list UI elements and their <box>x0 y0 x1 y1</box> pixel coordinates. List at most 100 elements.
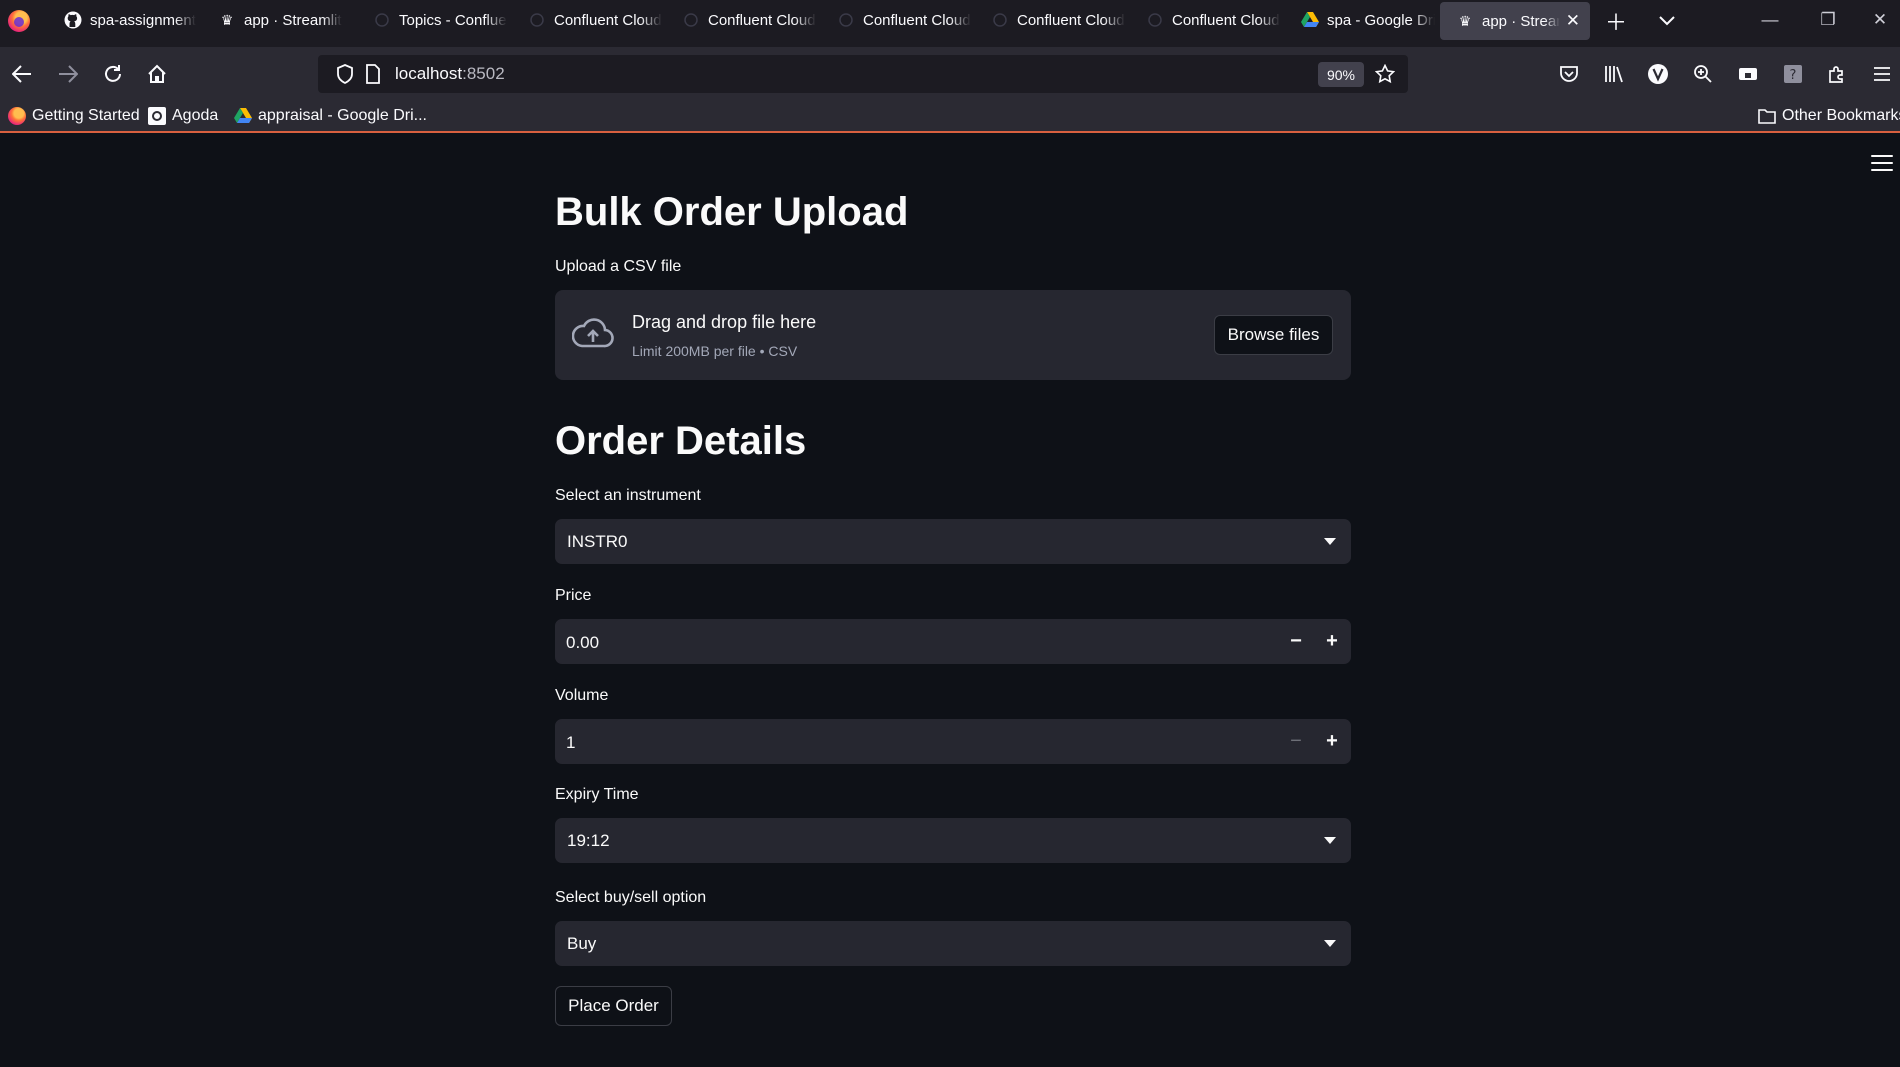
tab-title: Confluent Cloud <box>863 11 971 29</box>
bookmark-appraisal-drive[interactable]: appraisal - Google Dri... <box>234 105 427 127</box>
bookmark-agoda[interactable]: Agoda <box>148 105 218 127</box>
streamlit-icon: ♛ <box>1458 12 1472 29</box>
price-increment-button[interactable]: + <box>1314 620 1350 663</box>
home-button[interactable] <box>141 58 173 90</box>
page-icon[interactable] <box>362 63 384 85</box>
tab-title: Confluent Cloud <box>1172 11 1280 29</box>
page-title: Bulk Order Upload <box>555 190 909 234</box>
library-icon[interactable] <box>1599 59 1629 89</box>
vimium-extension-icon[interactable] <box>1643 59 1673 89</box>
list-all-tabs-button[interactable] <box>1652 6 1682 36</box>
bookmark-label: Agoda <box>172 107 219 124</box>
tab-spa-assignment[interactable]: spa-assignment <box>48 0 198 40</box>
agoda-icon <box>148 107 166 125</box>
tab-confluent-cloud[interactable]: Confluent Cloud <box>666 0 816 40</box>
dropzone-instruction: Drag and drop file here <box>632 312 817 332</box>
price-label: Price <box>555 587 592 604</box>
instrument-label: Select an instrument <box>555 487 701 504</box>
other-bookmarks[interactable]: Other Bookmarks <box>1758 105 1900 127</box>
volume-value: 1 <box>566 733 576 752</box>
tab-app-streamlit-active[interactable]: ♛ app · Streamlit ✕ <box>1440 2 1590 40</box>
price-value: 0.00 <box>566 633 600 652</box>
restore-button[interactable]: ❐ <box>1808 6 1848 34</box>
expiry-time-select[interactable]: 19:12 <box>555 818 1351 863</box>
browse-files-button[interactable]: Browse files <box>1214 315 1333 355</box>
caret-down-icon <box>1324 538 1336 545</box>
close-tab-icon[interactable]: ✕ <box>1566 11 1580 31</box>
bookmark-label: Getting Started <box>32 107 140 124</box>
expiry-label: Expiry Time <box>555 786 639 803</box>
bookmark-star-icon[interactable] <box>1374 63 1396 85</box>
shield-icon[interactable] <box>334 63 356 85</box>
tab-confluent-cloud[interactable]: Confluent Cloud <box>821 0 971 40</box>
url-port: :8502 <box>462 64 505 83</box>
app-menu-icon[interactable] <box>1867 59 1897 89</box>
github-icon <box>64 11 82 29</box>
new-tab-button[interactable]: ＋ <box>1601 6 1631 36</box>
firefox-icon <box>8 107 26 125</box>
confluent-icon <box>837 11 855 29</box>
caret-down-icon <box>1324 837 1336 844</box>
reload-button[interactable] <box>97 58 129 90</box>
price-input[interactable]: 0.00 − + <box>555 619 1351 664</box>
extensions-puzzle-icon[interactable] <box>1822 59 1852 89</box>
url-bar[interactable]: localhost:8502 90% <box>318 55 1408 93</box>
tab-title: Confluent Cloud <box>1017 11 1125 29</box>
tab-confluent-cloud[interactable]: Confluent Cloud <box>1130 0 1280 40</box>
volume-increment-button[interactable]: + <box>1314 720 1350 763</box>
container-extension-icon[interactable] <box>1733 59 1763 89</box>
tab-app-streamlit[interactable]: ♛ app · Streamlit <box>202 0 352 40</box>
reload-icon <box>105 65 121 82</box>
arrow-left-icon <box>12 65 31 83</box>
buy-sell-value: Buy <box>567 934 597 953</box>
instrument-select[interactable]: INSTR0 <box>555 519 1351 564</box>
tab-title: app · Streamlit <box>1482 12 1560 30</box>
place-order-button[interactable]: Place Order <box>555 986 672 1026</box>
zoom-extension-icon[interactable] <box>1688 59 1718 89</box>
svg-text:?: ? <box>1790 68 1797 83</box>
forward-button[interactable] <box>52 58 84 90</box>
close-window-button[interactable]: ✕ <box>1860 6 1900 34</box>
volume-decrement-button[interactable]: − <box>1278 720 1314 763</box>
file-uploader-dropzone[interactable]: Drag and drop file here Limit 200MB per … <box>555 290 1351 380</box>
help-extension-icon[interactable]: ? <box>1778 59 1808 89</box>
order-details-heading: Order Details <box>555 419 807 463</box>
home-icon <box>148 64 166 83</box>
bookmarks-toolbar: Getting Started Agoda appraisal - Google… <box>0 99 1900 133</box>
confluent-icon <box>1146 11 1164 29</box>
pocket-icon[interactable] <box>1554 59 1584 89</box>
tab-confluent-cloud[interactable]: Confluent Cloud <box>512 0 662 40</box>
arrow-right-icon <box>59 65 78 83</box>
google-drive-icon <box>1301 11 1319 29</box>
expiry-value: 19:12 <box>567 831 610 850</box>
zoom-level-badge[interactable]: 90% <box>1318 62 1364 87</box>
uploader-label: Upload a CSV file <box>555 258 682 275</box>
firefox-icon[interactable] <box>8 10 30 32</box>
volume-label: Volume <box>555 687 609 704</box>
main-menu-icon[interactable] <box>1868 151 1896 175</box>
buy-sell-select[interactable]: Buy <box>555 921 1351 966</box>
bookmark-getting-started[interactable]: Getting Started <box>8 105 140 127</box>
minimize-button[interactable]: — <box>1750 6 1790 34</box>
tab-confluent-cloud[interactable]: Confluent Cloud <box>975 0 1125 40</box>
back-button[interactable] <box>6 58 38 90</box>
tab-title: Topics - Confluent <box>399 11 507 29</box>
other-bookmarks-label: Other Bookmarks <box>1782 107 1900 124</box>
price-decrement-button[interactable]: − <box>1278 620 1314 663</box>
tab-title: spa - Google Drive <box>1327 11 1435 29</box>
bookmark-label: appraisal - Google Dri... <box>258 107 427 124</box>
streamlit-app: Bulk Order Upload Upload a CSV file Drag… <box>0 135 1900 1067</box>
navigation-toolbar: localhost:8502 90% ? <box>0 47 1900 99</box>
url-text[interactable]: localhost:8502 <box>395 64 505 84</box>
confluent-icon <box>528 11 546 29</box>
cloud-upload-icon <box>572 318 614 348</box>
streamlit-icon: ♛ <box>220 11 234 28</box>
instrument-value: INSTR0 <box>567 532 628 551</box>
volume-input[interactable]: 1 − + <box>555 719 1351 764</box>
tab-title: Confluent Cloud <box>708 11 816 29</box>
buy-sell-label: Select buy/sell option <box>555 889 707 906</box>
tab-spa-google-drive[interactable]: spa - Google Drive <box>1285 0 1435 40</box>
confluent-icon <box>373 11 391 29</box>
folder-icon <box>1758 107 1776 125</box>
tab-topics-confluent[interactable]: Topics - Confluent <box>357 0 507 40</box>
